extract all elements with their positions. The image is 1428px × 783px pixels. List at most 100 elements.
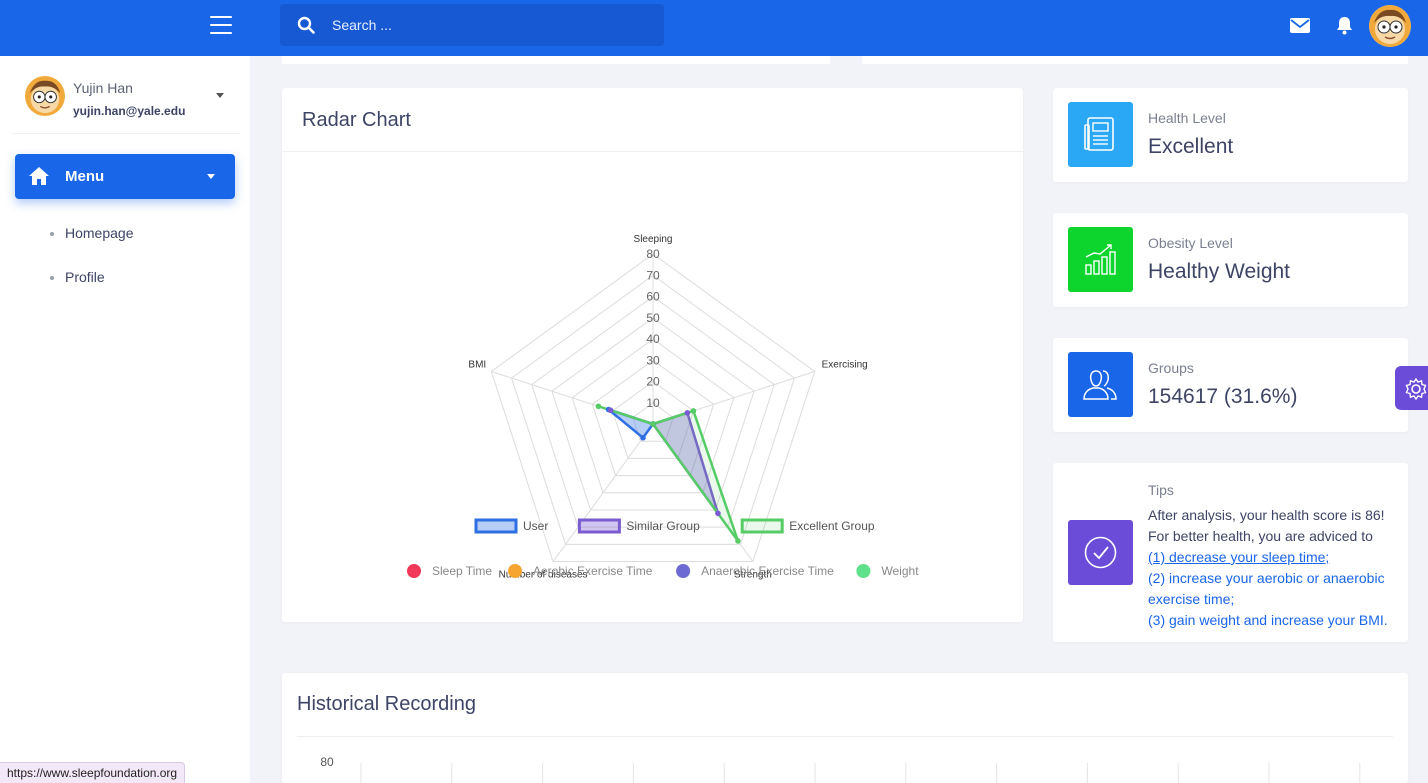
legend-label: Similar Group — [626, 519, 700, 533]
radar-tick-label: 20 — [646, 375, 660, 389]
bell-icon[interactable] — [1336, 16, 1353, 35]
legend-swatch — [474, 518, 518, 534]
radar-point — [715, 510, 721, 517]
stat-value: Healthy Weight — [1148, 260, 1291, 283]
legend-dot — [407, 564, 421, 578]
stat-icon-box — [1068, 352, 1133, 417]
legend-item[interactable]: Sleep Time — [407, 564, 492, 578]
radar-chart-card: Radar Chart 10 20 30 40 50 60 70 80 Sleeping Exer… — [282, 88, 1023, 622]
bullet-icon — [50, 232, 54, 236]
radar-point — [690, 408, 697, 414]
radar-tick-label: 60 — [646, 290, 660, 304]
tip-link-bmi[interactable]: (3) gain weight and increase your BMI. — [1148, 610, 1398, 631]
radar-chart: 1020304050607080SleepingExercisingStreng… — [407, 234, 919, 581]
legend-item[interactable]: Similar Group — [577, 518, 700, 534]
search-bar[interactable] — [280, 4, 664, 46]
radar-point — [595, 403, 602, 410]
history-chart: 80 — [320, 755, 1361, 783]
radar-tick-label: 30 — [646, 353, 660, 367]
sidebar-item-homepage[interactable]: Homepage — [50, 225, 134, 241]
legend-dot — [508, 564, 522, 578]
sidebar: Yujin Han yujin.han@yale.edu Menu Homepa… — [0, 56, 250, 783]
users-icon — [1083, 370, 1117, 400]
legend-label: Sleep Time — [432, 564, 492, 578]
legend-label: Excellent Group — [789, 519, 875, 533]
radar-point — [607, 407, 614, 414]
radar-tick-label: 70 — [646, 268, 660, 282]
legend-item[interactable]: Excellent Group — [740, 518, 875, 534]
card-title: Radar Chart — [302, 109, 411, 131]
tip-link-sleep[interactable]: (1) decrease your sleep time; — [1148, 547, 1398, 568]
radar-point — [640, 434, 646, 441]
y-tick-label: 80 — [320, 755, 334, 769]
legend-dot — [676, 564, 691, 578]
legend-item[interactable]: User — [474, 518, 548, 534]
legend-swatch — [577, 518, 621, 534]
stat-label: Obesity Level — [1148, 235, 1233, 251]
home-icon — [29, 167, 49, 185]
radar-axis-label: Sleeping — [634, 234, 673, 245]
stat-icon-box — [1068, 520, 1133, 585]
status-bar-url: https://www.sleepfoundation.org — [0, 762, 186, 783]
tips-line: After analysis, your health score is 86! — [1148, 507, 1385, 523]
sidebar-item-profile[interactable]: Profile — [50, 269, 105, 285]
menu-button[interactable]: Menu — [15, 154, 235, 199]
chevron-down-icon[interactable] — [216, 93, 224, 98]
tips-text: After analysis, your health score is 86!… — [1148, 505, 1398, 631]
legend-item[interactable]: Weight — [856, 564, 919, 578]
radar-series-user — [607, 408, 656, 440]
menu-icon[interactable] — [210, 16, 232, 34]
sidebar-item-label: Homepage — [65, 225, 134, 241]
stat-card-health-level: Health Level Excellent — [1053, 88, 1408, 182]
settings-tab[interactable] — [1395, 366, 1428, 410]
stat-icon-box — [1068, 102, 1133, 167]
radar-axis-label: Exercising — [822, 359, 868, 370]
stat-card-obesity-level: Obesity Level Healthy Weight — [1053, 213, 1408, 307]
radar-axis-label: BMI — [468, 359, 486, 370]
stat-card-groups: Groups 154617 (31.6%) — [1053, 338, 1408, 432]
card-title: Historical Recording — [297, 693, 476, 715]
tip-link-exercise[interactable]: (2) increase your aerobic or anaerobic e… — [1148, 568, 1398, 610]
chevron-down-icon — [207, 174, 215, 179]
tips-label: Tips — [1148, 482, 1174, 498]
card-edge — [862, 56, 1408, 64]
card-edge — [282, 56, 830, 64]
stat-value: Excellent — [1148, 135, 1234, 158]
legend-swatch — [740, 518, 784, 534]
stat-label: Groups — [1148, 360, 1194, 376]
tips-card: Tips After analysis, your health score i… — [1053, 463, 1408, 642]
legend-dot — [856, 564, 871, 578]
user-email: yujin.han@yale.edu — [73, 104, 186, 118]
newspaper-icon — [1084, 117, 1114, 151]
legend-label: User — [523, 519, 548, 533]
legend-label: Weight — [881, 564, 919, 578]
legend-item[interactable]: Anaerobic Exercise Time — [676, 564, 834, 578]
radar-tick-label: 80 — [646, 247, 660, 261]
legend-label: Aerobic Exercise Time — [533, 564, 653, 578]
check-circle-icon — [1084, 536, 1117, 569]
historical-recording-card: Historical Recording 80 — [282, 673, 1408, 783]
mail-icon[interactable] — [1290, 18, 1310, 33]
menu-label: Menu — [65, 168, 105, 185]
legend-label: Anaerobic Exercise Time — [701, 564, 834, 578]
radar-point — [684, 410, 691, 416]
radar-point — [650, 421, 656, 427]
search-icon — [297, 16, 315, 34]
stat-value: 154617 (31.6%) — [1148, 385, 1298, 408]
avatar[interactable] — [1369, 5, 1411, 47]
user-profile[interactable]: Yujin Han yujin.han@yale.edu — [12, 56, 240, 134]
radar-point — [735, 538, 741, 544]
stat-icon-box — [1068, 227, 1133, 292]
gear-icon — [1405, 378, 1427, 400]
bullet-icon — [50, 276, 54, 280]
bar-chart-icon — [1085, 244, 1116, 275]
search-input[interactable] — [332, 15, 632, 35]
avatar — [25, 76, 65, 116]
radar-tick-label: 40 — [646, 332, 660, 346]
radar-tick-label: 10 — [646, 396, 660, 410]
top-navbar — [0, 0, 1428, 56]
stat-label: Health Level — [1148, 110, 1226, 126]
user-name: Yujin Han — [73, 80, 133, 96]
sidebar-item-label: Profile — [65, 269, 105, 285]
tips-line: For better health, you are adviced to — [1148, 528, 1373, 544]
